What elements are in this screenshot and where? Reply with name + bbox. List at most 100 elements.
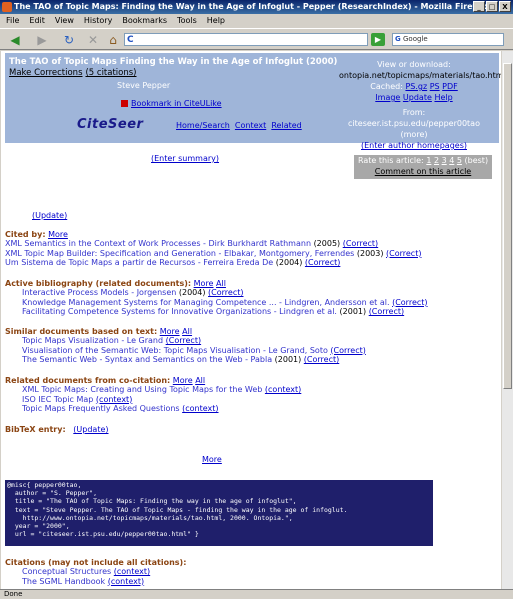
related-cocitation-section: Related documents from co-citation: More… <box>5 376 301 414</box>
related-link[interactable]: Related <box>271 121 301 130</box>
more-link[interactable]: More <box>202 455 222 464</box>
cached-label: Cached: <box>370 82 403 91</box>
cited-by-more-link[interactable]: More <box>48 230 68 239</box>
similar-docs-all-link[interactable]: All <box>182 327 192 336</box>
paper-author: Steve Pepper <box>117 81 171 90</box>
list-item[interactable]: The SGML Handbook (context) <box>5 577 186 587</box>
rating-label: Rate this article: <box>357 156 424 165</box>
list-item[interactable]: ISO IEC Topic Map (context) <box>5 395 301 405</box>
list-item[interactable]: Conceptual Structures (context) <box>5 567 186 577</box>
navigation-toolbar: ◀ ▶ ↻ ✕ ⌂ C ▶ G Google <box>0 28 513 50</box>
paper-header: The TAO of Topic Maps Finding the Way in… <box>5 53 501 150</box>
menu-help[interactable]: Help <box>207 14 225 28</box>
list-item[interactable]: XML Semantics in the Context of Work Pro… <box>5 239 421 249</box>
help-link[interactable]: Help <box>434 93 452 102</box>
list-item[interactable]: Visualisation of the Semantic Web: Topic… <box>5 346 366 356</box>
citations-section: Citations (may not include all citations… <box>5 558 186 586</box>
similar-docs-more-link[interactable]: More <box>160 327 180 336</box>
home-search-link[interactable]: Home/Search <box>176 121 230 130</box>
status-text: Done <box>4 590 23 598</box>
maximize-button[interactable]: □ <box>486 1 498 12</box>
update-section-link[interactable]: (Update) <box>32 211 67 220</box>
back-icon[interactable]: ◀ <box>6 32 24 48</box>
similar-documents-section: Similar documents based on text: More Al… <box>5 327 366 365</box>
from-label: From: citeseer.ist.psu.edu/pepper00tao (… <box>348 108 480 139</box>
citeseer-logo[interactable]: CiteSeer <box>77 117 143 132</box>
stop-icon[interactable]: ✕ <box>84 32 102 48</box>
menu-bookmarks[interactable]: Bookmarks <box>122 14 167 28</box>
list-item[interactable]: Knowledge Management Systems for Managin… <box>5 298 428 308</box>
bibtex-code-block[interactable]: @misc{ pepper00tao, author = "S. Pepper"… <box>5 480 433 546</box>
search-input[interactable]: G Google <box>392 33 504 46</box>
close-button[interactable]: X <box>499 1 511 12</box>
minimize-button[interactable]: _ <box>473 1 485 12</box>
menu-bar: File Edit View History Bookmarks Tools H… <box>0 14 513 28</box>
rating-star-2[interactable]: 2 <box>434 156 439 165</box>
window-title-bar: The TAO of Topic Maps: Finding the Way i… <box>0 0 513 14</box>
citations-count-link[interactable]: (5 citations) <box>85 68 136 78</box>
citations-heading: Citations (may not include all citations… <box>5 558 187 567</box>
make-corrections-link[interactable]: Make Corrections <box>9 68 83 78</box>
similar-docs-heading: Similar documents based on text: <box>5 327 158 336</box>
related-cocite-heading: Related documents from co-citation: <box>5 376 171 385</box>
rating-box: Rate this article: 1 2 3 4 5 (best) Comm… <box>354 155 492 179</box>
bibtex-update-link[interactable]: (Update) <box>73 425 108 434</box>
menu-history[interactable]: History <box>84 14 112 28</box>
list-item[interactable]: Um Sistema de Topic Maps a partir de Rec… <box>5 258 421 268</box>
rating-star-1[interactable]: 1 <box>426 156 431 165</box>
view-download-label: View or download: <box>377 60 451 69</box>
reload-icon[interactable]: ↻ <box>60 32 78 48</box>
related-cocite-all-link[interactable]: All <box>195 376 205 385</box>
list-item[interactable]: Facilitating Competence Systems for Inno… <box>5 307 428 317</box>
citeulike-icon <box>121 100 128 107</box>
list-item[interactable]: XML Topic Map Builder: Specification and… <box>5 249 421 259</box>
window-title: The TAO of Topic Maps: Finding the Way i… <box>14 2 487 11</box>
home-icon[interactable]: ⌂ <box>104 32 122 48</box>
firefox-icon <box>2 2 12 12</box>
bookmark-citeulike[interactable]: Bookmark in CiteULike <box>121 99 222 108</box>
image-link[interactable]: Image <box>375 93 400 102</box>
site-favicon: C <box>127 35 134 45</box>
url-input[interactable]: C <box>124 33 368 46</box>
rating-star-3[interactable]: 3 <box>442 156 447 165</box>
download-url[interactable]: ontopia.net/topicmaps/materials/tao.html <box>339 70 501 81</box>
cited-by-section: Cited by: More XML Semantics in the Cont… <box>5 230 421 268</box>
list-item[interactable]: Topic Maps Visualization - Le Grand (Cor… <box>5 336 366 346</box>
paper-title: The TAO of Topic Maps Finding the Way in… <box>9 57 338 67</box>
list-item[interactable]: The Semantic Web - Syntax and Semantics … <box>5 355 366 365</box>
enter-author-homepages-link[interactable]: (Enter author homepages) <box>339 140 489 151</box>
rating-best-label: (best) <box>464 156 489 165</box>
page-content: The TAO of Topic Maps Finding the Way in… <box>1 51 501 589</box>
vertical-scrollbar[interactable] <box>502 51 513 589</box>
header-nav-links: Home/Search Context Related <box>176 121 302 130</box>
enter-summary-link[interactable]: (Enter summary) <box>151 154 219 163</box>
rating-star-4[interactable]: 4 <box>449 156 454 165</box>
bibtex-section: BibTeX entry: (Update) <box>5 425 109 434</box>
go-button[interactable]: ▶ <box>371 33 385 46</box>
active-bib-heading: Active bibliography (related documents): <box>5 279 192 288</box>
status-bar: Done <box>0 589 513 599</box>
download-panel: View or download: ontopia.net/topicmaps/… <box>339 59 501 151</box>
cached-pdf-link[interactable]: PDF <box>442 82 458 91</box>
list-item[interactable]: Interactive Process Models - Jorgensen (… <box>5 288 428 298</box>
search-engine-icon[interactable]: G <box>395 35 401 43</box>
list-item[interactable]: XML Topic Maps: Creating and Using Topic… <box>5 385 301 395</box>
menu-view[interactable]: View <box>55 14 74 28</box>
rating-star-5[interactable]: 5 <box>457 156 462 165</box>
update-link[interactable]: Update <box>403 93 432 102</box>
menu-file[interactable]: File <box>6 14 19 28</box>
context-link[interactable]: Context <box>235 121 266 130</box>
forward-icon[interactable]: ▶ <box>33 32 51 48</box>
cached-psgz-link[interactable]: PS.gz <box>405 82 427 91</box>
active-bib-more-link[interactable]: More <box>194 279 214 288</box>
comment-link[interactable]: Comment on this article <box>354 166 492 177</box>
active-bib-all-link[interactable]: All <box>216 279 226 288</box>
active-bibliography-section: Active bibliography (related documents):… <box>5 279 428 317</box>
bibtex-heading: BibTeX entry: <box>5 425 66 434</box>
related-cocite-more-link[interactable]: More <box>173 376 193 385</box>
scrollbar-thumb[interactable] <box>503 63 512 389</box>
menu-edit[interactable]: Edit <box>29 14 45 28</box>
cached-ps-link[interactable]: PS <box>430 82 440 91</box>
list-item[interactable]: Topic Maps Frequently Asked Questions (c… <box>5 404 301 414</box>
menu-tools[interactable]: Tools <box>177 14 197 28</box>
